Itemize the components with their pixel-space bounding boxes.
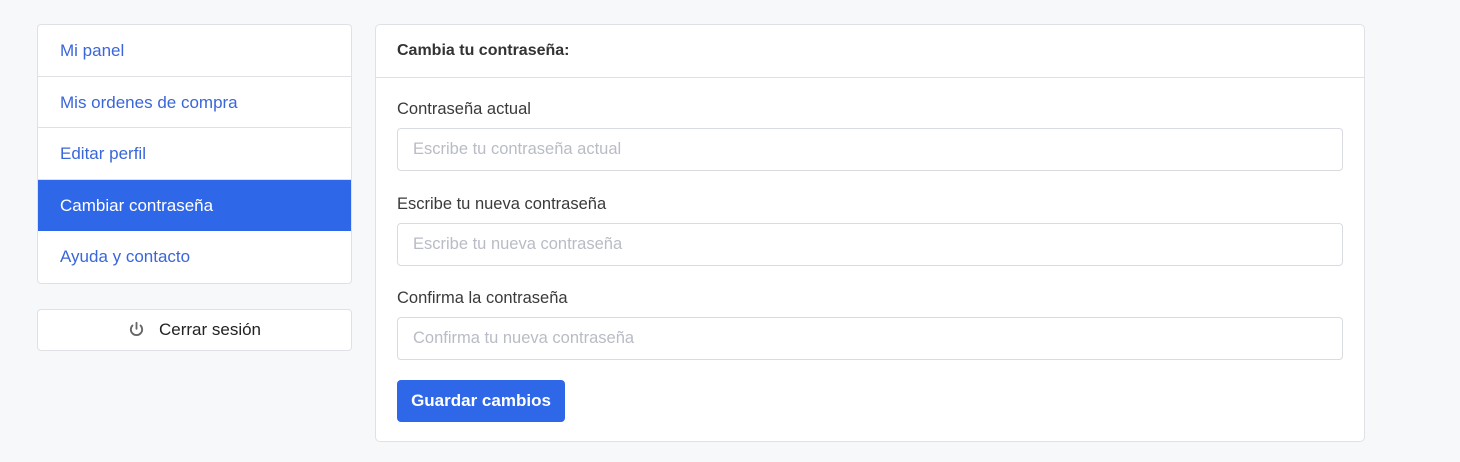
sidebar-item-editar-perfil[interactable]: Editar perfil <box>38 128 351 180</box>
sidebar-item-cambiar-contrasena[interactable]: Cambiar contraseña <box>38 179 351 232</box>
sidebar-item-ayuda[interactable]: Ayuda y contacto <box>38 231 351 283</box>
sidebar-item-ordenes[interactable]: Mis ordenes de compra <box>38 77 351 129</box>
save-changes-button[interactable]: Guardar cambios <box>397 380 565 422</box>
logout-label: Cerrar sesión <box>158 319 262 339</box>
card-title: Cambia tu contraseña: <box>376 25 1364 78</box>
current-password-input[interactable] <box>397 128 1343 171</box>
change-password-form: Contraseña actual Escribe tu nueva contr… <box>376 78 1364 422</box>
current-password-label: Contraseña actual <box>397 100 531 118</box>
confirm-password-label: Confirma la contraseña <box>397 289 568 307</box>
power-icon <box>128 321 145 338</box>
account-menu: Mi panel Mis ordenes de compra Editar pe… <box>37 24 352 284</box>
confirm-password-group: Confirma la contraseña <box>397 289 1343 360</box>
new-password-input[interactable] <box>397 223 1343 266</box>
logout-button[interactable]: Cerrar sesión <box>37 308 352 351</box>
new-password-group: Escribe tu nueva contraseña <box>397 195 1343 266</box>
new-password-label: Escribe tu nueva contraseña <box>397 195 607 213</box>
sidebar-item-mi-panel[interactable]: Mi panel <box>38 25 351 77</box>
account-sidebar: Mi panel Mis ordenes de compra Editar pe… <box>37 24 352 351</box>
confirm-password-input[interactable] <box>397 317 1343 360</box>
current-password-group: Contraseña actual <box>397 100 1343 171</box>
change-password-card: Cambia tu contraseña: Contraseña actual … <box>375 24 1365 442</box>
